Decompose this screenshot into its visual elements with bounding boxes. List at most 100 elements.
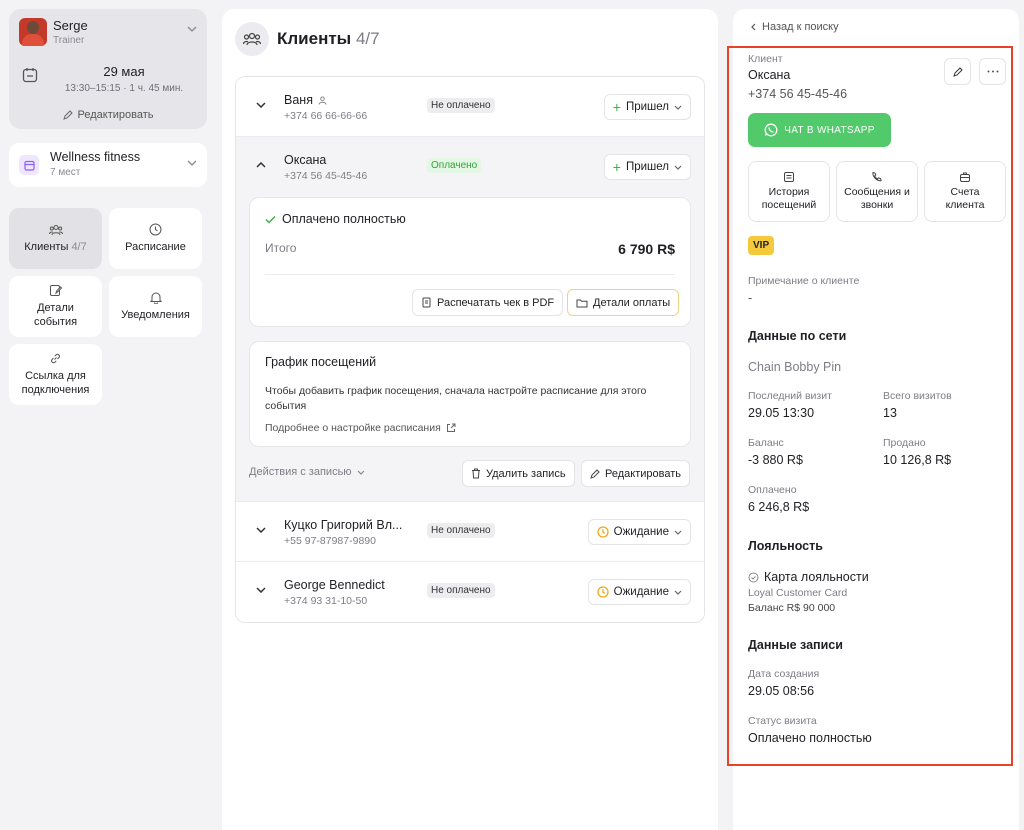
payment-status: Оплачено полностью [265,212,406,226]
whatsapp-label: ЧАТ В WHATSAPP [784,124,875,136]
clients-list: Ваня +374 66 66-66-66 Не оплачено + Приш… [235,76,705,623]
created-label: Дата создания [748,668,820,680]
page-title-text: Клиенты [277,29,352,48]
record-title: Данные записи [748,638,843,652]
clock-icon [597,526,609,538]
back-to-search-link[interactable]: Назад к поиску [751,21,839,33]
record-actions: Действия с записью Удалить запись Редакт… [236,447,704,501]
briefcase-icon [959,171,971,183]
pencil-icon [62,110,73,120]
check-icon [265,215,276,224]
total-visits-label: Всего визитов [883,390,952,402]
payment-details-button[interactable]: Детали оплаты [567,289,680,316]
whatsapp-chat-button[interactable]: ЧАТ В WHATSAPP [748,113,891,147]
messages-calls-button[interactable]: Сообщения и звонки [836,161,918,222]
nav-event-details-label: Детали события [33,302,78,328]
trash-icon [471,468,481,479]
schedule-help-link[interactable]: Подробнее о настройке расписания [265,422,456,434]
visit-history-label: История посещений [761,186,817,211]
calendar-icon [19,155,39,175]
chevron-up-icon[interactable] [256,162,266,168]
clock-icon [149,223,162,236]
nav-schedule[interactable]: Расписание [109,208,202,269]
loyalty-balance: Баланс R$ 90 000 [748,602,836,614]
record-actions-dropdown[interactable]: Действия с записью [249,466,365,478]
attendance-dropdown[interactable]: Ожидание [587,519,691,545]
nav-clients-count: 4/7 [71,240,87,253]
chevron-down-icon[interactable] [187,26,197,32]
payment-details-label: Детали оплаты [593,296,671,309]
chevron-down-icon[interactable] [256,587,266,593]
more-options-button[interactable] [979,58,1006,85]
client-invoices-button[interactable]: Счета клиента [924,161,1006,222]
total-label: Итого [265,241,297,255]
gym-capacity: 7 мест [50,167,81,178]
delete-record-button[interactable]: Удалить запись [462,460,575,487]
nav-notifications[interactable]: Уведомления [109,276,202,337]
visit-history-button[interactable]: История посещений [748,161,830,222]
folder-icon [576,298,588,308]
chevron-down-icon [674,165,682,170]
note-value: - [748,291,753,305]
loyalty-card-type: Loyal Customer Card [748,587,848,599]
last-visit-label: Последний визит [748,390,832,402]
left-sidebar: Serge Trainer 29 мая 13:30–15:15 · 1 ч. … [9,9,207,405]
attendance-dropdown[interactable]: Ожидание [587,579,691,605]
plus-icon: + [612,159,621,175]
edit-doc-icon [49,284,62,297]
client-name: Оксана [284,153,327,167]
history-icon [783,171,795,183]
client-invoices-label: Счета клиента [945,186,985,211]
delete-record-label: Удалить запись [486,467,566,480]
pencil-icon [952,66,963,77]
trainer-role: Trainer [53,35,85,46]
client-name-text: Ваня [284,93,313,107]
record-actions-label: Действия с записью [249,466,352,478]
table-row[interactable]: Куцко Григорий Вл... +55 97-87987-9890 Н… [236,502,704,562]
print-receipt-button[interactable]: Распечатать чек в PDF [412,289,564,316]
edit-label: Редактировать [77,109,154,121]
chevron-down-icon [674,105,682,110]
table-row[interactable]: Ваня +374 66 66-66-66 Не оплачено + Приш… [236,77,704,137]
client-name: Ваня [284,93,327,107]
edit-event-button[interactable]: Редактировать [9,109,207,121]
client-phone: +374 56 45-45-46 [284,170,368,182]
client-name: Куцко Григорий Вл... [284,518,403,532]
attendance-label: Пришел [625,161,669,173]
event-time: 13:30–15:15 · 1 ч. 45 мин. [64,83,184,94]
chevron-left-icon [751,23,756,31]
edit-record-button[interactable]: Редактировать [581,460,690,487]
network-name: Chain Bobby Pin [748,360,842,374]
chevron-down-icon[interactable] [187,160,197,166]
plus-icon: + [612,99,621,115]
edit-client-button[interactable] [944,58,971,85]
table-row[interactable]: George Bennedict +374 93 31-10-50 Не опл… [236,562,704,622]
gym-selector[interactable]: Wellness fitness 7 мест [9,143,207,187]
event-date: 29 мая [103,64,145,79]
payment-status-text: Оплачено полностью [282,212,406,226]
chevron-down-icon[interactable] [256,527,266,533]
client-name: Оксана [748,68,791,82]
nav-clients-label: Клиенты [24,240,69,253]
nav-event-details[interactable]: Детали события [9,276,102,337]
attendance-dropdown[interactable]: + Пришел [603,94,691,120]
status-badge: Не оплачено [427,98,495,113]
nav-connection-link[interactable]: Ссылка для подключения [9,344,102,405]
client-phone: +55 97-87987-9890 [284,535,376,547]
total-value: 6 790 R$ [618,241,675,257]
nav-clients[interactable]: Клиенты 4/7 [9,208,102,269]
network-title: Данные по сети [748,329,847,343]
chevron-down-icon [357,470,365,475]
last-visit-value: 29.05 13:30 [748,406,815,420]
edit-record-label: Редактировать [605,467,681,480]
table-row[interactable]: Оксана +374 56 45-45-46 Оплачено + Прише… [236,137,704,197]
visit-schedule-card: График посещений Чтобы добавить график п… [249,341,691,447]
attendance-dropdown[interactable]: + Пришел [603,154,691,180]
trainer-name: Serge [53,18,88,33]
trainer-card[interactable]: Serge Trainer 29 мая 13:30–15:15 · 1 ч. … [9,9,207,129]
chevron-down-icon[interactable] [256,102,266,108]
payment-card: Оплачено полностью Итого 6 790 R$ Распеч… [249,197,691,327]
messages-calls-label: Сообщения и звонки [844,186,910,211]
nav-tiles: Клиенты 4/7 Расписание Детали события Ув… [9,208,207,405]
loyalty-title: Лояльность [748,539,823,553]
